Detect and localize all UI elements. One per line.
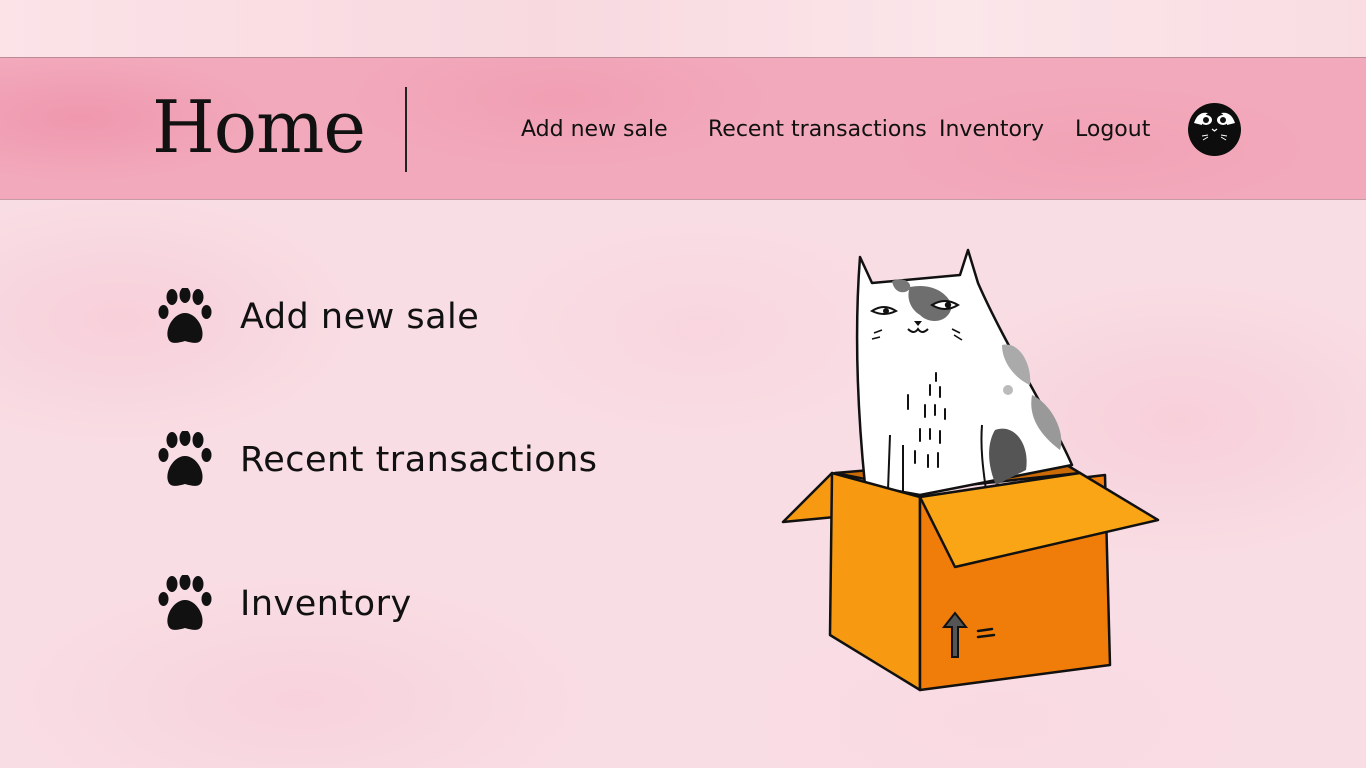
page-title: Home <box>152 85 366 169</box>
menu-label-recent-transactions: Recent transactions <box>240 440 598 480</box>
nav-inventory[interactable]: Inventory <box>939 116 1044 144</box>
paw-icon <box>158 431 212 486</box>
cat-in-box-illustration <box>781 248 1160 692</box>
menu-item-add-new-sale[interactable]: Add new sale <box>158 288 578 348</box>
paw-icon <box>158 575 212 630</box>
menu-item-inventory[interactable]: Inventory <box>158 575 578 635</box>
nav-recent-transactions[interactable]: Recent transactions <box>708 116 927 144</box>
nav-add-new-sale[interactable]: Add new sale <box>521 116 668 144</box>
profile-avatar[interactable] <box>1188 103 1241 156</box>
menu-item-recent-transactions[interactable]: Recent transactions <box>158 431 597 491</box>
menu-label-add-new-sale: Add new sale <box>240 297 480 337</box>
top-strip <box>0 0 1366 57</box>
top-navbar: Home Add new sale Recent transactions In… <box>0 57 1366 200</box>
paw-icon <box>158 288 212 343</box>
menu-label-inventory: Inventory <box>240 584 412 624</box>
cat-face-icon <box>1194 112 1235 141</box>
header-divider <box>405 87 407 172</box>
nav-logout[interactable]: Logout <box>1075 116 1150 144</box>
